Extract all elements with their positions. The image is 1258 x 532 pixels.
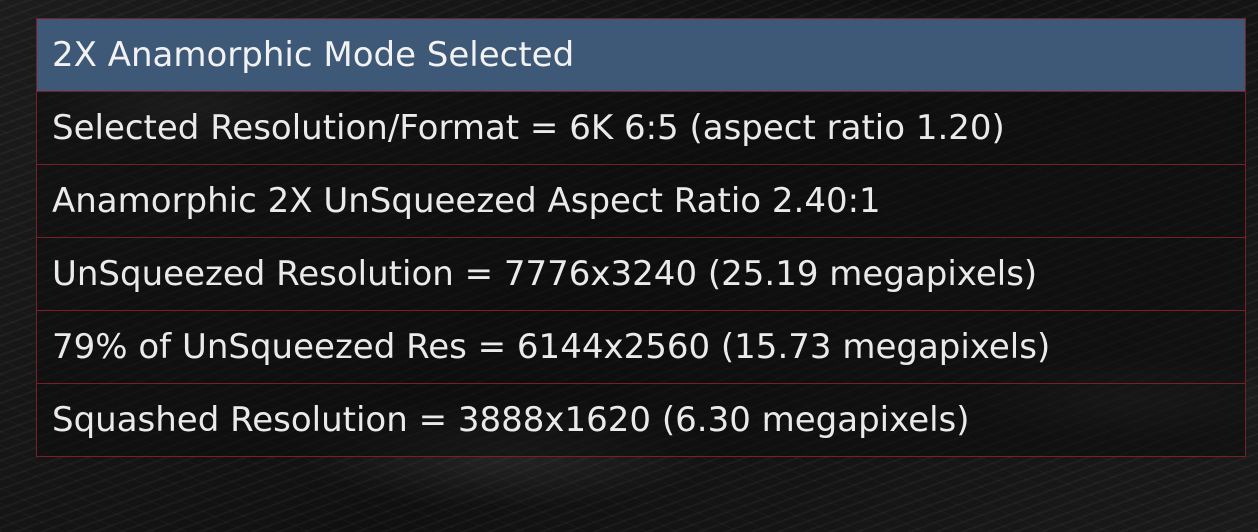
percent-unsqueezed-resolution: 79% of UnSqueezed Res = 6144x2560 (15.73…	[36, 310, 1246, 384]
anamorphic-info-table: 2X Anamorphic Mode Selected Selected Res…	[36, 18, 1246, 457]
table-row: Squashed Resolution = 3888x1620 (6.30 me…	[36, 383, 1246, 457]
unsqueezed-resolution: UnSqueezed Resolution = 7776x3240 (25.19…	[36, 237, 1246, 311]
table-row: Selected Resolution/Format = 6K 6:5 (asp…	[36, 91, 1246, 165]
squashed-resolution: Squashed Resolution = 3888x1620 (6.30 me…	[36, 383, 1246, 457]
unsqueezed-aspect-ratio: Anamorphic 2X UnSqueezed Aspect Ratio 2.…	[36, 164, 1246, 238]
table-row: UnSqueezed Resolution = 7776x3240 (25.19…	[36, 237, 1246, 311]
table-row: Anamorphic 2X UnSqueezed Aspect Ratio 2.…	[36, 164, 1246, 238]
mode-selected-heading: 2X Anamorphic Mode Selected	[36, 18, 1246, 92]
table-header-row: 2X Anamorphic Mode Selected	[36, 18, 1246, 92]
table-row: 79% of UnSqueezed Res = 6144x2560 (15.73…	[36, 310, 1246, 384]
selected-resolution-format: Selected Resolution/Format = 6K 6:5 (asp…	[36, 91, 1246, 165]
